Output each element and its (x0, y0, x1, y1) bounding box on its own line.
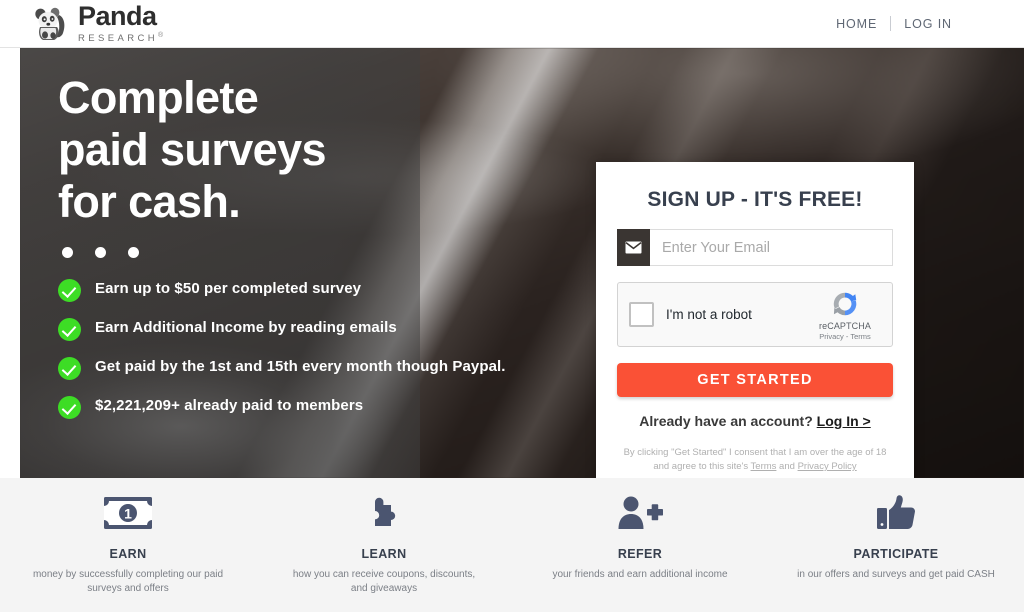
hero-banner: Complete paid surveys for cash. Earn up … (20, 48, 1024, 478)
feature-description: in our offers and surveys and get paid C… (797, 569, 995, 580)
dollar-bill-icon: 1 (104, 492, 152, 534)
check-circle-icon (58, 279, 81, 302)
check-circle-icon (58, 318, 81, 341)
main-nav: HOME LOG IN (836, 16, 952, 31)
brand-name: Panda (78, 1, 157, 32)
feature-description: money by successfully completing our pai… (32, 569, 224, 594)
registered-mark-icon: ® (158, 32, 164, 40)
signup-card: SIGN UP - IT'S FREE! I'm not a robot (596, 162, 914, 478)
landing-page: Panda RESEARCH® HOME LOG IN Complete pai… (0, 0, 1024, 612)
privacy-policy-link[interactable]: Privacy Policy (798, 461, 857, 472)
feature-earn: 1 EARN money by successfully completing … (0, 478, 256, 612)
signup-title: SIGN UP - IT'S FREE! (647, 188, 863, 211)
slider-dot-2[interactable] (95, 247, 106, 258)
nav-login[interactable]: LOG IN (904, 17, 952, 31)
site-header: Panda RESEARCH® HOME LOG IN (0, 0, 1024, 48)
hero-headline: Complete paid surveys for cash. (58, 72, 528, 228)
puzzle-piece-icon (364, 492, 404, 534)
benefit-text: $2,221,209+ already paid to members (95, 397, 364, 414)
feature-title: LEARN (361, 547, 407, 561)
recaptcha-branding: reCAPTCHA Privacy - Terms (809, 289, 881, 341)
feature-title: REFER (617, 547, 663, 561)
email-field-row (617, 229, 893, 266)
brand-wordmark: Panda RESEARCH® (78, 3, 163, 44)
thumbs-up-icon (875, 492, 917, 534)
hero-headline-line-2: paid surveys (58, 124, 327, 175)
benefit-text: Earn up to $50 per completed survey (95, 280, 362, 297)
brand-subtitle: RESEARCH® (78, 32, 164, 45)
feature-title: EARN (109, 547, 147, 561)
list-item: Get paid by the 1st and 15th every month… (58, 356, 528, 380)
list-item: $2,221,209+ already paid to members (58, 395, 528, 419)
hero-headline-line-1: Complete (58, 72, 259, 123)
slider-dot-1[interactable] (62, 247, 73, 258)
get-started-button[interactable]: GET STARTED (617, 363, 893, 397)
feature-description: your friends and earn additional income (552, 569, 728, 580)
consent-line-2-prefix: and agree to this site's (653, 461, 751, 472)
feature-learn: LEARN how you can receive coupons, disco… (256, 478, 512, 612)
nav-home[interactable]: HOME (836, 17, 877, 31)
add-person-icon (617, 492, 663, 534)
panda-logo-icon (35, 7, 65, 40)
benefit-text: Get paid by the 1st and 15th every month… (95, 358, 506, 375)
recaptcha-icon (833, 292, 857, 315)
login-link[interactable]: Log In > (817, 413, 871, 429)
brand-logo[interactable]: Panda RESEARCH® (28, 3, 163, 44)
hero-content: Complete paid surveys for cash. Earn up … (58, 72, 528, 419)
feature-participate: PARTICIPATE in our offers and surveys an… (768, 478, 1024, 612)
existing-account-row: Already have an account? Log In > (617, 413, 893, 429)
recaptcha-checkbox[interactable] (629, 302, 654, 327)
check-circle-icon (58, 357, 81, 380)
check-circle-icon (58, 396, 81, 419)
hero-headline-line-3: for cash. (58, 176, 241, 227)
consent-fineprint: By clicking "Get Started" I consent that… (617, 446, 893, 474)
slider-dot-3[interactable] (128, 247, 139, 258)
terms-link[interactable]: Terms (751, 461, 777, 472)
existing-account-text: Already have an account? (639, 413, 813, 429)
benefit-text: Earn Additional Income by reading emails (95, 319, 397, 336)
list-item: Earn Additional Income by reading emails (58, 317, 528, 341)
features-section: 1 EARN money by successfully completing … (0, 478, 1024, 612)
recaptcha-widget[interactable]: I'm not a robot reCAPTCHA Privacy - Term… (617, 282, 893, 347)
consent-line-1: By clicking "Get Started" I consent that… (623, 447, 887, 458)
consent-conjunction: and (776, 461, 798, 472)
recaptcha-legal-links[interactable]: Privacy - Terms (819, 332, 871, 341)
feature-title: PARTICIPATE (853, 547, 939, 561)
benefit-list: Earn up to $50 per completed survey Earn… (58, 278, 528, 419)
svg-text:1: 1 (124, 506, 132, 522)
list-item: Earn up to $50 per completed survey (58, 278, 528, 302)
envelope-icon (617, 229, 650, 266)
recaptcha-brand-name: reCAPTCHA (819, 320, 871, 331)
recaptcha-label: I'm not a robot (666, 307, 752, 322)
feature-description: how you can receive coupons, discounts, … (292, 569, 476, 594)
slider-dots (62, 247, 528, 258)
email-field[interactable] (650, 229, 893, 266)
feature-refer: REFER your friends and earn additional i… (512, 478, 768, 612)
nav-divider (890, 16, 892, 31)
